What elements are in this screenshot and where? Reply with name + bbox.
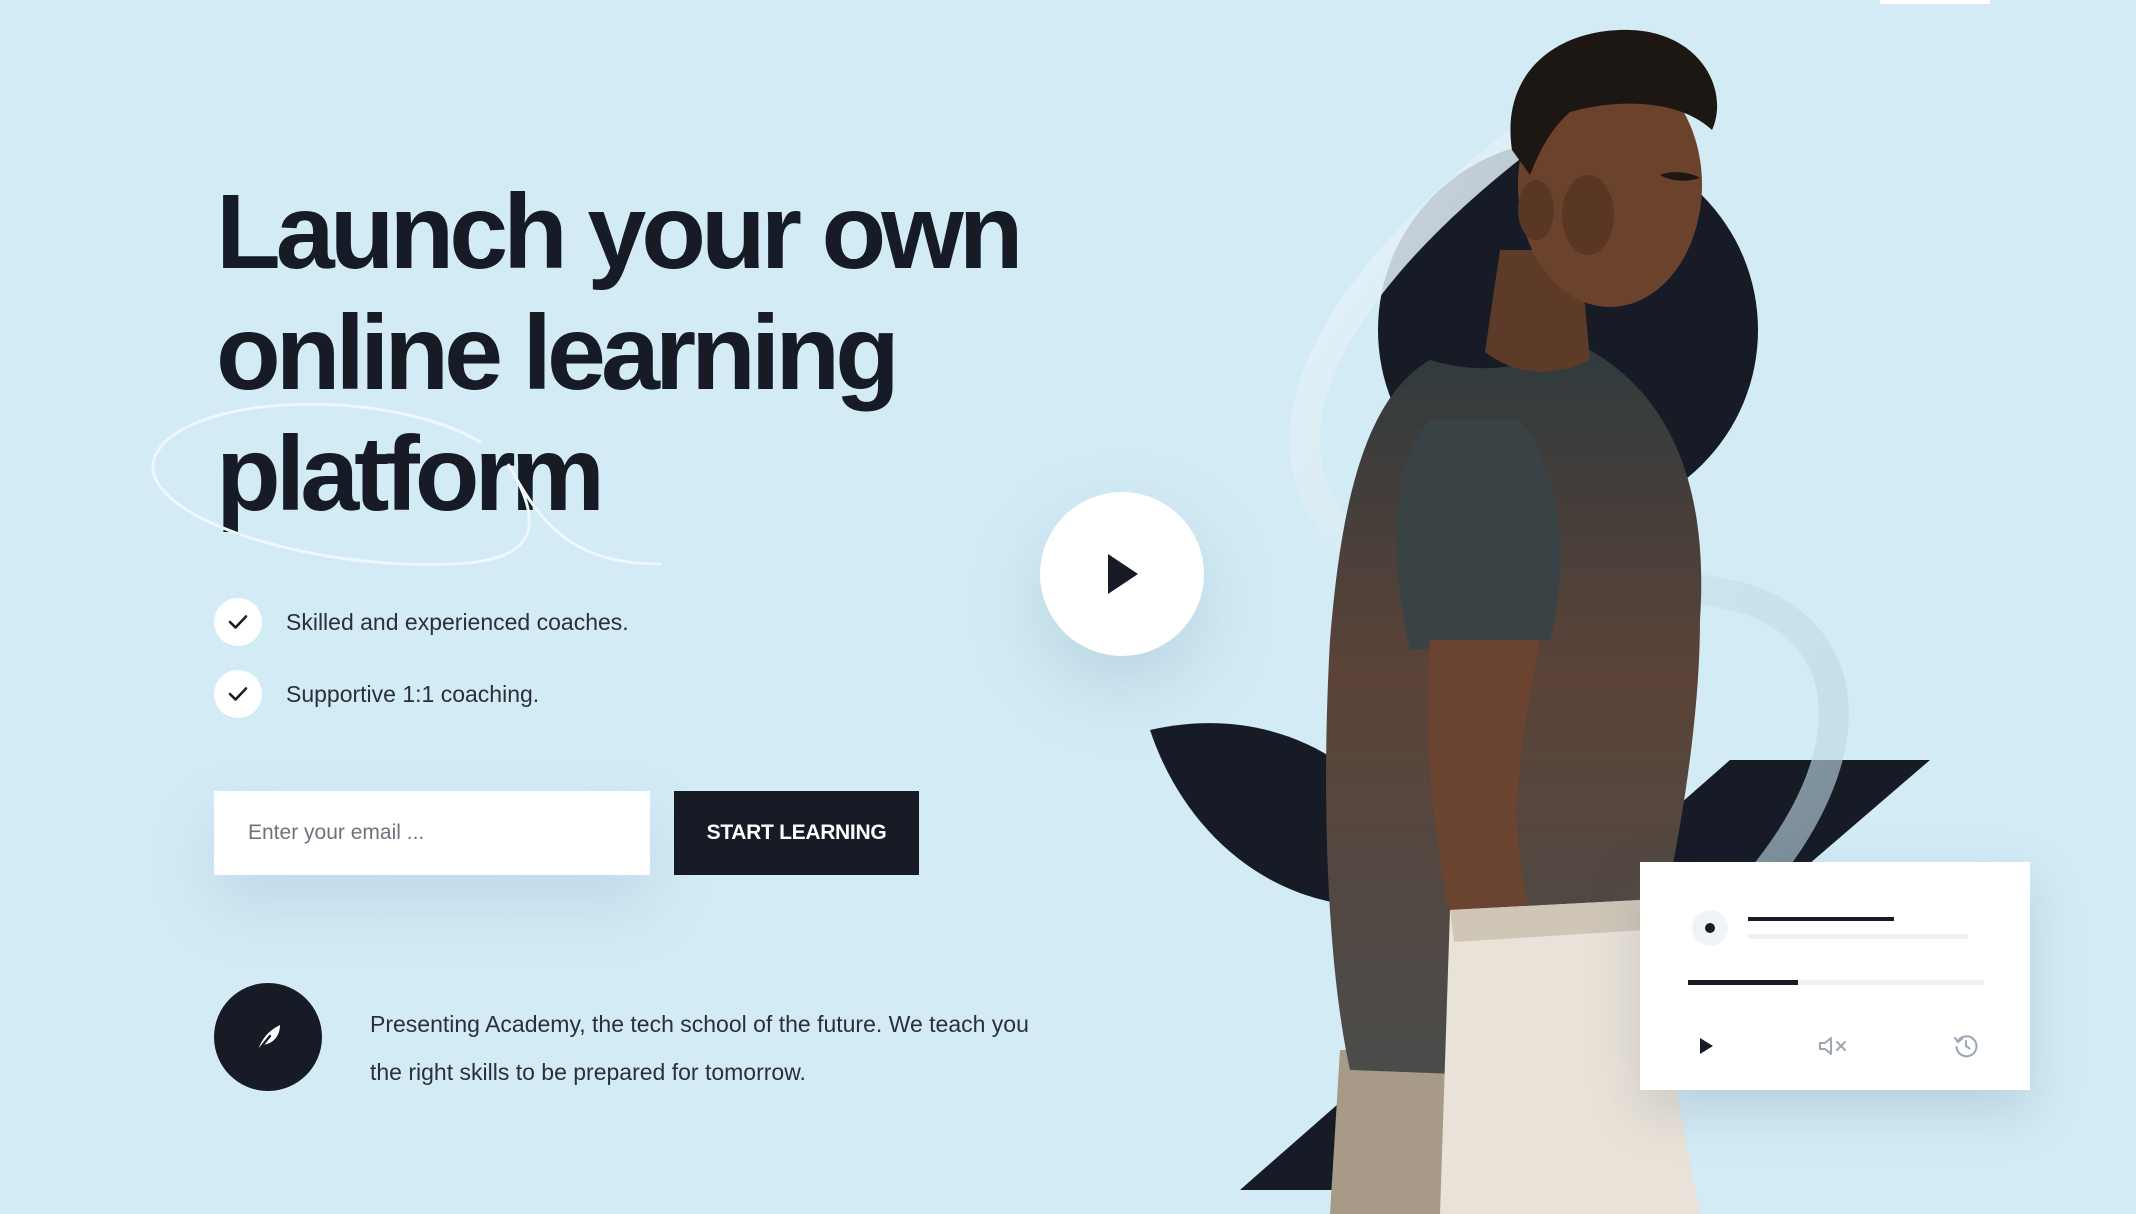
hero-title-line-1: Launch your own (216, 173, 1023, 291)
media-player-card (1640, 862, 2030, 1090)
history-button[interactable] (1946, 1026, 1986, 1066)
progress-bar[interactable] (1688, 980, 1984, 985)
check-icon (214, 598, 262, 646)
feature-text: Skilled and experienced coaches. (286, 608, 629, 635)
record-indicator (1692, 910, 1728, 946)
start-learning-button[interactable]: START LEARNING (674, 791, 919, 875)
history-icon (1954, 1035, 1978, 1058)
mute-icon (1819, 1037, 1846, 1055)
feature-item: Skilled and experienced coaches. (214, 598, 629, 646)
email-input[interactable] (214, 791, 650, 875)
feather-icon (214, 983, 322, 1091)
hero-title: Launch your own online learning platform (216, 172, 1116, 535)
hero-title-line-2: online learning (216, 294, 900, 412)
about-text: Presenting Academy, the tech school of t… (370, 1011, 1029, 1085)
play-icon (1108, 554, 1138, 594)
player-play-button[interactable] (1686, 1026, 1726, 1066)
check-icon (214, 670, 262, 718)
progress-fill (1688, 980, 1798, 985)
play-video-button[interactable] (1040, 492, 1204, 656)
track-subtitle-placeholder (1748, 934, 1968, 939)
feature-item: Supportive 1:1 coaching. (214, 670, 629, 718)
feature-text: Supportive 1:1 coaching. (286, 680, 540, 707)
track-title-placeholder (1748, 917, 1894, 921)
play-icon (1700, 1038, 1713, 1054)
hero-title-line-3: platform (216, 415, 605, 533)
feature-list: Skilled and experienced coaches. Support… (214, 598, 629, 742)
mute-button[interactable] (1814, 1026, 1854, 1066)
